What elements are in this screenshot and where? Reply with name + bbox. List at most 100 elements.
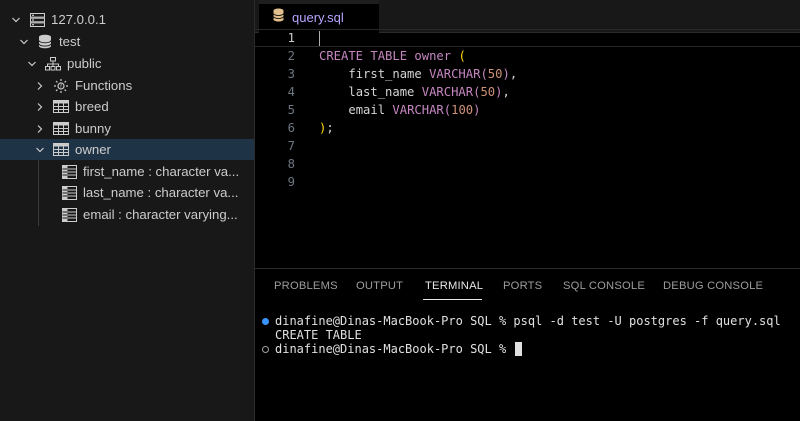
bracket: ) bbox=[495, 85, 503, 99]
line-number: 6 bbox=[287, 121, 295, 135]
sql-type: VARCHAR bbox=[429, 67, 481, 81]
tab-problems[interactable]: PROBLEMS bbox=[274, 280, 338, 292]
column-name: last_name bbox=[348, 85, 415, 99]
code-line: 3 first_name VARCHAR(50), bbox=[255, 65, 800, 83]
svg-text:f: f bbox=[60, 84, 62, 90]
panel-tab-bar: PROBLEMS OUTPUT TERMINAL PORTS SQL CONSO… bbox=[255, 269, 800, 305]
text-cursor bbox=[319, 30, 320, 46]
functions-icon: f bbox=[53, 78, 69, 94]
command-pending-dot-icon bbox=[262, 345, 269, 353]
tree-item-column[interactable]: first_name : character va... bbox=[0, 161, 254, 182]
server-icon bbox=[29, 12, 45, 28]
database-label: test bbox=[59, 34, 81, 49]
chevron-down-icon bbox=[18, 36, 30, 48]
number: 50 bbox=[487, 67, 503, 81]
tab-top-strip bbox=[259, 0, 379, 4]
code-line: 4 last_name VARCHAR(50), bbox=[255, 83, 800, 101]
tab-debug-console[interactable]: DEBUG CONSOLE bbox=[663, 280, 763, 292]
tree-item-column[interactable]: last_name : character va... bbox=[0, 182, 254, 203]
tab-ports[interactable]: PORTS bbox=[503, 280, 542, 292]
comma: , bbox=[509, 67, 518, 81]
chevron-right-icon bbox=[34, 123, 46, 135]
line-number: 5 bbox=[287, 103, 295, 117]
table-name: owner bbox=[414, 49, 452, 63]
column-label: last_name : character va... bbox=[83, 185, 239, 200]
bracket: ( bbox=[458, 49, 466, 63]
code-line: 7 bbox=[255, 137, 800, 155]
column-icon bbox=[61, 185, 77, 201]
tree-item-schema[interactable]: public bbox=[0, 53, 254, 74]
tree-item-functions[interactable]: f Functions bbox=[0, 75, 254, 96]
bracket: ) bbox=[502, 67, 510, 81]
line-number: 4 bbox=[287, 85, 295, 99]
terminal-cursor bbox=[515, 342, 523, 357]
bracket: ( bbox=[443, 103, 452, 117]
chevron-right-icon bbox=[34, 80, 46, 92]
comma: , bbox=[502, 85, 510, 99]
database-file-icon bbox=[273, 8, 284, 27]
number: 100 bbox=[451, 103, 474, 117]
tree-item-database[interactable]: test bbox=[0, 31, 254, 52]
terminal-command: dinafine@Dinas-MacBook-Pro SQL % psql -d… bbox=[275, 314, 781, 328]
column-name: first_name bbox=[348, 67, 422, 81]
code-area[interactable]: 1 2 CREATE TABLE owner ( 3 first_name VA… bbox=[255, 29, 800, 265]
code-line: 5 email VARCHAR(100) bbox=[255, 101, 800, 119]
active-tab-underline bbox=[423, 299, 482, 300]
column-label: email : character varying... bbox=[83, 207, 238, 222]
functions-label: Functions bbox=[75, 78, 133, 93]
tab-sql-console[interactable]: SQL CONSOLE bbox=[563, 280, 645, 292]
database-icon bbox=[37, 34, 53, 50]
sql-type: VARCHAR bbox=[421, 85, 474, 99]
tree-item-column[interactable]: email : character varying... bbox=[0, 204, 254, 225]
schema-label: public bbox=[67, 56, 102, 71]
code-line: 8 bbox=[255, 155, 800, 173]
code-text: ); bbox=[319, 121, 334, 135]
prompt-text: dinafine@Dinas-MacBook-Pro SQL % bbox=[275, 341, 514, 356]
line-number: 2 bbox=[287, 49, 295, 63]
line-number: 3 bbox=[287, 67, 295, 81]
sql-type: VARCHAR bbox=[392, 103, 444, 117]
code-line: 6 ); bbox=[255, 119, 800, 137]
code-line: 2 CREATE TABLE owner ( bbox=[255, 47, 800, 65]
table-label: owner bbox=[75, 142, 111, 157]
column-icon bbox=[61, 164, 77, 180]
tree-item-table-owner[interactable]: owner bbox=[0, 139, 254, 160]
tree-item-table-breed[interactable]: breed bbox=[0, 96, 254, 117]
number: 50 bbox=[480, 85, 496, 99]
column-name: email bbox=[348, 103, 386, 117]
terminal-prompt: dinafine@Dinas-MacBook-Pro SQL % bbox=[275, 341, 523, 357]
code-text: first_name VARCHAR(50), bbox=[319, 67, 517, 81]
code-text: last_name VARCHAR(50), bbox=[319, 85, 510, 99]
table-label: bunny bbox=[75, 121, 111, 136]
sql-keyword: CREATE TABLE bbox=[319, 49, 408, 63]
code-text: email VARCHAR(100) bbox=[319, 103, 480, 117]
semicolon: ; bbox=[326, 121, 334, 135]
line-number: 1 bbox=[287, 31, 295, 45]
tree-item-server[interactable]: 127.0.0.1 bbox=[0, 9, 254, 30]
terminal-output: CREATE TABLE bbox=[275, 328, 362, 342]
line-number: 9 bbox=[287, 175, 295, 189]
code-editor: query.sql 1 2 CREATE TABLE owner ( 3 fir… bbox=[255, 0, 800, 268]
table-icon bbox=[53, 142, 69, 158]
line-number: 7 bbox=[287, 139, 295, 153]
bracket: ( bbox=[480, 67, 488, 81]
tree-item-table-bunny[interactable]: bunny bbox=[0, 118, 254, 139]
tab-terminal[interactable]: TERMINAL bbox=[425, 280, 483, 292]
chevron-down-icon bbox=[10, 14, 22, 26]
table-icon bbox=[53, 121, 69, 137]
column-icon bbox=[61, 207, 77, 223]
database-explorer-sidebar: 127.0.0.1 test public f Functions breed … bbox=[0, 0, 255, 421]
tab-label: query.sql bbox=[292, 9, 344, 25]
code-line: 9 bbox=[255, 173, 800, 191]
line-number: 8 bbox=[287, 157, 295, 171]
column-label: first_name : character va... bbox=[83, 164, 240, 179]
tab-output[interactable]: OUTPUT bbox=[356, 280, 403, 292]
bottom-panel: PROBLEMS OUTPUT TERMINAL PORTS SQL CONSO… bbox=[255, 268, 800, 421]
code-line: 1 bbox=[255, 29, 800, 47]
bracket: ) bbox=[473, 103, 481, 117]
terminal-line[interactable]: dinafine@Dinas-MacBook-Pro SQL % bbox=[255, 341, 800, 357]
code-text: CREATE TABLE owner ( bbox=[319, 49, 466, 63]
schema-hierarchy-icon bbox=[45, 56, 61, 72]
chevron-down-icon bbox=[26, 58, 38, 70]
table-icon bbox=[53, 99, 69, 115]
